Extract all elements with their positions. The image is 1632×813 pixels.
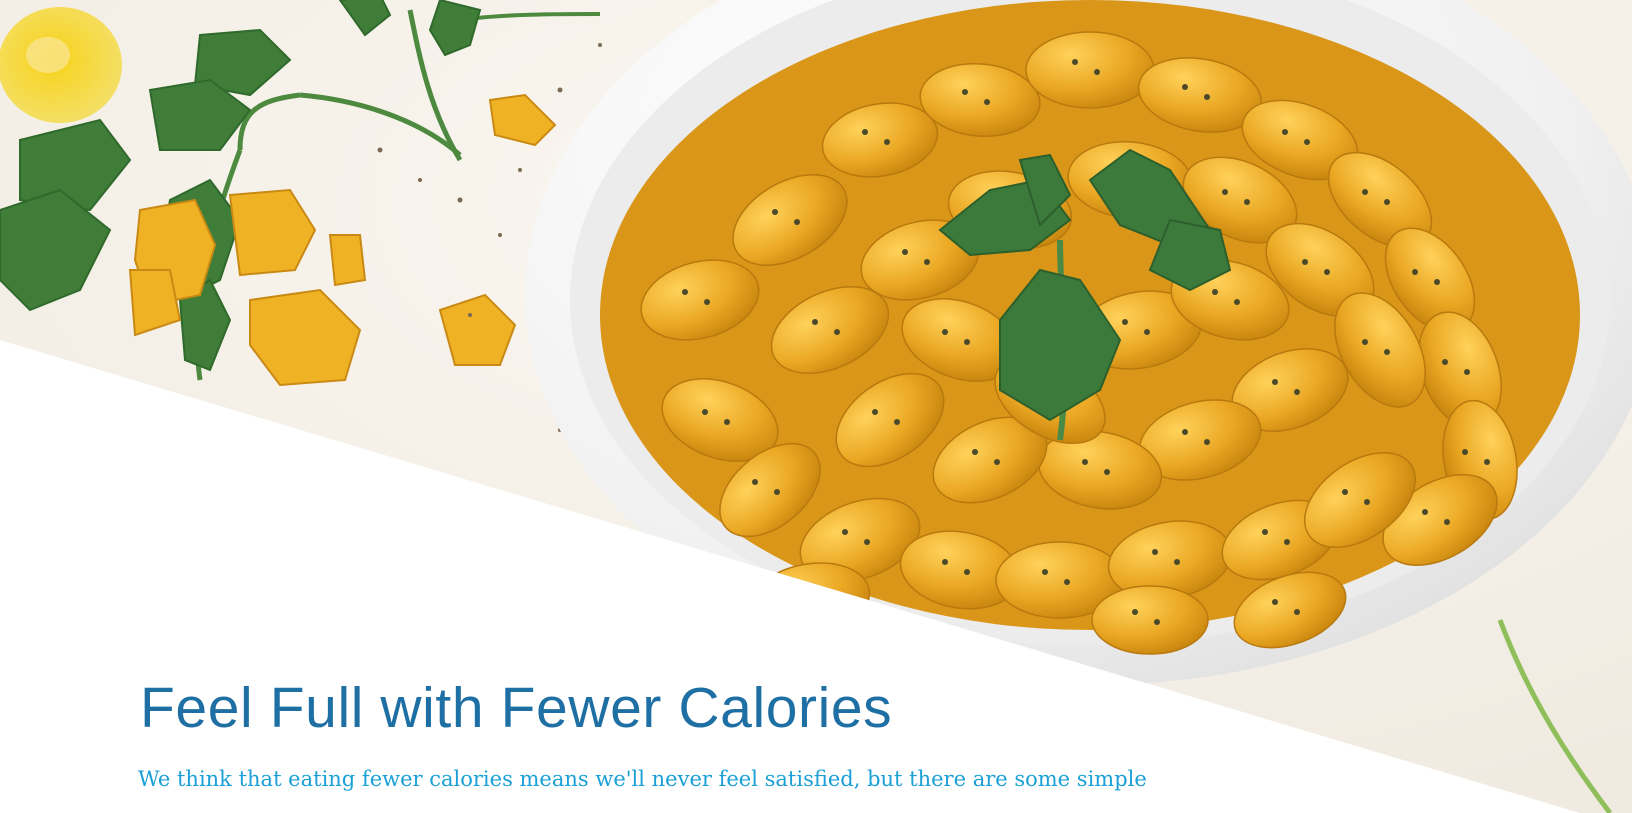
herb-fleck bbox=[1212, 289, 1218, 295]
herb-fleck bbox=[1222, 189, 1228, 195]
herb-fleck bbox=[902, 249, 908, 255]
herb-fleck bbox=[1462, 449, 1468, 455]
herb-fleck bbox=[1082, 459, 1088, 465]
page: Feel Full with Fewer Calories We think t… bbox=[0, 0, 1632, 813]
herb-fleck bbox=[872, 409, 878, 415]
herb-fleck bbox=[1244, 199, 1250, 205]
herb-fleck bbox=[1304, 139, 1310, 145]
herb-fleck bbox=[1422, 509, 1428, 515]
herb-fleck bbox=[814, 599, 820, 605]
herb-fleck bbox=[792, 589, 798, 595]
herb-fleck bbox=[704, 299, 710, 305]
herb-fleck bbox=[724, 419, 730, 425]
herb-fleck bbox=[864, 539, 870, 545]
herb-fleck bbox=[1272, 599, 1278, 605]
herb-fleck bbox=[1384, 349, 1390, 355]
herb-fleck bbox=[1412, 269, 1418, 275]
herb-fleck bbox=[1342, 489, 1348, 495]
herb-fleck bbox=[834, 329, 840, 335]
herb-fleck bbox=[1464, 369, 1470, 375]
intro-text: We think that eating fewer calories mean… bbox=[138, 767, 1147, 791]
herb-fleck bbox=[1262, 529, 1268, 535]
herb-fleck bbox=[1204, 439, 1210, 445]
herb-fleck bbox=[942, 559, 948, 565]
herb-fleck bbox=[842, 529, 848, 535]
herb-fleck bbox=[1072, 59, 1078, 65]
herb-fleck bbox=[794, 219, 800, 225]
herb-fleck bbox=[1272, 379, 1278, 385]
herb-fleck bbox=[1294, 609, 1300, 615]
bean-shape bbox=[1025, 31, 1155, 109]
herb-fleck bbox=[984, 99, 990, 105]
herb-fleck bbox=[884, 139, 890, 145]
herb-fleck bbox=[1122, 319, 1128, 325]
herb-fleck bbox=[752, 479, 758, 485]
herb-fleck bbox=[1204, 94, 1210, 100]
herb-fleck bbox=[1284, 539, 1290, 545]
herb-fleck bbox=[964, 569, 970, 575]
herb-fleck bbox=[1144, 329, 1150, 335]
herb-fleck bbox=[1442, 359, 1448, 365]
herb-fleck bbox=[1324, 269, 1330, 275]
herb-fleck bbox=[942, 329, 948, 335]
herb-fleck bbox=[1362, 339, 1368, 345]
herb-fleck bbox=[1174, 559, 1180, 565]
herb-fleck bbox=[1094, 69, 1100, 75]
herb-fleck bbox=[682, 289, 688, 295]
herb-fleck bbox=[1302, 259, 1308, 265]
herb-fleck bbox=[1484, 459, 1490, 465]
herb-fleck bbox=[894, 419, 900, 425]
bean-shape bbox=[1091, 585, 1209, 655]
herb-fleck bbox=[1294, 389, 1300, 395]
herb-fleck bbox=[1132, 609, 1138, 615]
herb-fleck bbox=[1444, 519, 1450, 525]
herb-fleck bbox=[1282, 129, 1288, 135]
herb-fleck bbox=[1384, 199, 1390, 205]
herb-fleck bbox=[1434, 279, 1440, 285]
herb-fleck bbox=[972, 449, 978, 455]
herb-fleck bbox=[1182, 84, 1188, 90]
herb-fleck bbox=[774, 489, 780, 495]
herb-fleck bbox=[1234, 299, 1240, 305]
herb-fleck bbox=[1364, 499, 1370, 505]
herb-fleck bbox=[962, 89, 968, 95]
herb-fleck bbox=[812, 319, 818, 325]
herb-fleck bbox=[994, 459, 1000, 465]
herb-fleck bbox=[924, 259, 930, 265]
herb-fleck bbox=[1182, 429, 1188, 435]
herb-fleck bbox=[772, 209, 778, 215]
herb-fleck bbox=[1152, 549, 1158, 555]
herb-fleck bbox=[1104, 469, 1110, 475]
herb-fleck bbox=[1154, 619, 1160, 625]
herb-fleck bbox=[964, 339, 970, 345]
page-title: Feel Full with Fewer Calories bbox=[140, 676, 893, 740]
herb-fleck bbox=[862, 129, 868, 135]
herb-fleck bbox=[702, 409, 708, 415]
herb-fleck bbox=[1064, 579, 1070, 585]
herb-fleck bbox=[1362, 189, 1368, 195]
herb-fleck bbox=[1042, 569, 1048, 575]
